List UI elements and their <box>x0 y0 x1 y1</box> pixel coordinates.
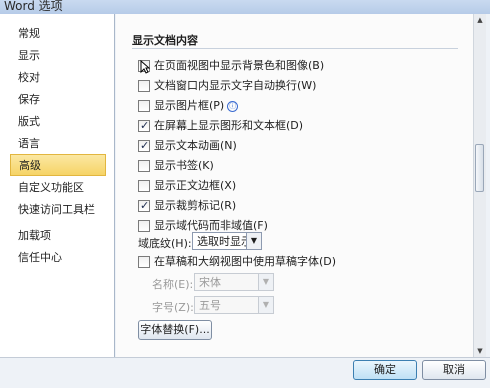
sidebar-item-language[interactable]: 语言 <box>0 133 114 155</box>
checkbox[interactable] <box>138 180 150 192</box>
scroll-down-icon[interactable]: ▼ <box>474 345 486 357</box>
sidebar-item-advanced[interactable]: 高级 <box>10 154 106 176</box>
font-name-select[interactable]: 宋体 ▼ <box>194 273 274 291</box>
option-label: 在草稿和大纲视图中使用草稿字体(D) <box>154 255 337 268</box>
checkbox[interactable] <box>138 198 150 214</box>
section-divider <box>132 48 458 49</box>
vertical-scrollbar[interactable]: ▲ ▼ <box>473 14 486 357</box>
scroll-up-icon[interactable]: ▲ <box>474 14 486 26</box>
title-bar: Word 选项 <box>0 0 490 14</box>
field-shading-label: 域底纹(H): <box>138 237 192 250</box>
sidebar: 常规 显示 校对 保存 版式 语言 高级 自定义功能区 快速访问工具栏 加载项 … <box>0 14 115 357</box>
cancel-button[interactable]: 取消 <box>422 360 486 380</box>
checkbox[interactable] <box>138 138 150 154</box>
font-size-value: 五号 <box>199 299 221 312</box>
checkbox[interactable] <box>138 256 150 268</box>
dialog-footer: 确定 取消 <box>0 357 490 388</box>
checkbox[interactable] <box>138 100 150 112</box>
sidebar-item-proofing[interactable]: 校对 <box>0 67 114 89</box>
option-label: 显示书签(K) <box>154 159 214 172</box>
checkbox[interactable] <box>138 80 150 92</box>
sidebar-item-layout[interactable]: 版式 <box>0 111 114 133</box>
sidebar-item-quick-access-toolbar[interactable]: 快速访问工具栏 <box>0 199 114 221</box>
chevron-down-icon: ▼ <box>246 233 261 249</box>
font-name-value: 宋体 <box>199 276 221 289</box>
sidebar-item-add-ins[interactable]: 加载项 <box>0 225 114 247</box>
font-substitution-button[interactable]: 字体替换(F)... <box>138 320 212 340</box>
checkbox[interactable] <box>138 160 150 172</box>
font-size-label: 字号(Z): <box>152 301 194 314</box>
field-shading-select[interactable]: 选取时显示 ▼ <box>192 232 262 250</box>
checkbox[interactable] <box>138 118 150 134</box>
option-label: 显示正文边框(X) <box>154 179 237 192</box>
sidebar-item-general[interactable]: 常规 <box>0 23 114 45</box>
sidebar-item-trust-center[interactable]: 信任中心 <box>0 247 114 269</box>
section-title: 显示文档内容 <box>132 34 198 47</box>
option-label: 文档窗口内显示文字自动换行(W) <box>154 79 317 92</box>
mouse-pointer-icon <box>140 60 150 74</box>
option-label: 在屏幕上显示图形和文本框(D) <box>154 119 304 132</box>
sidebar-item-save[interactable]: 保存 <box>0 89 114 111</box>
sidebar-item-display[interactable]: 显示 <box>0 45 114 67</box>
ok-button[interactable]: 确定 <box>353 360 417 380</box>
checkbox[interactable] <box>138 220 150 232</box>
info-icon[interactable]: ⓘ <box>227 100 239 112</box>
window-title: Word 选项 <box>4 0 63 13</box>
option-label: 显示文本动画(N) <box>154 139 237 152</box>
option-label: 显示图片框(P) <box>154 99 225 112</box>
field-shading-value: 选取时显示 <box>197 235 252 248</box>
chevron-down-icon: ▼ <box>258 297 273 313</box>
option-label: 显示裁剪标记(R) <box>154 199 237 212</box>
chevron-down-icon: ▼ <box>258 274 273 290</box>
sidebar-item-customize-ribbon[interactable]: 自定义功能区 <box>0 177 114 199</box>
font-name-label: 名称(E): <box>152 278 194 291</box>
option-label: 在页面视图中显示背景色和图像(B) <box>154 59 325 72</box>
font-size-select[interactable]: 五号 ▼ <box>194 296 274 314</box>
options-panel: 显示文档内容 在页面视图中显示背景色和图像(B) 文档窗口内显示文字自动换行(W… <box>116 14 473 357</box>
scroll-thumb[interactable] <box>475 144 484 192</box>
